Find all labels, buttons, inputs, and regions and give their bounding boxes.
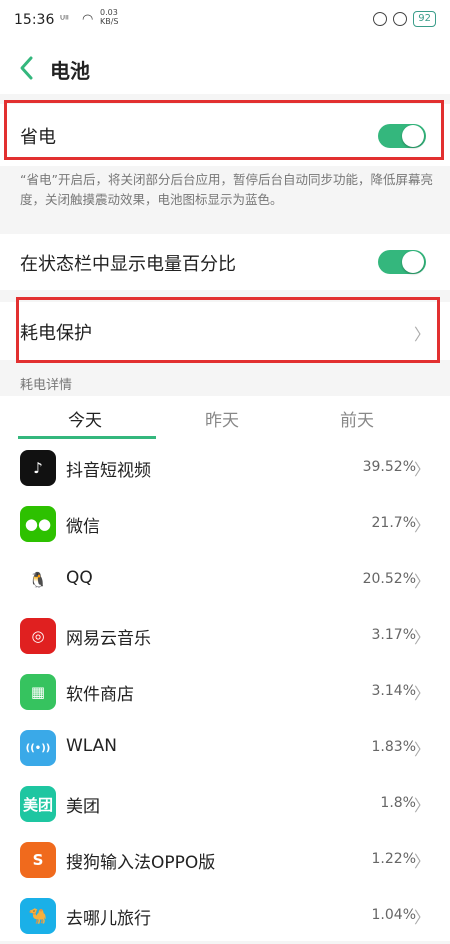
app-name: WLAN [66, 736, 118, 756]
list-item[interactable]: S 搜狗输入法OPPO版 1.22% 〉 [0, 832, 450, 888]
tab-day-before[interactable]: 前天 [340, 406, 374, 431]
highlight-box-power-protection [16, 297, 440, 363]
app-name: 抖音短视频 [66, 461, 151, 481]
meituan-icon: 美团 [20, 786, 56, 822]
app-percentage: 21.7% [371, 515, 416, 531]
active-tab-indicator [18, 436, 156, 439]
app-percentage: 3.14% [371, 683, 416, 699]
douyin-icon: ♪ [20, 450, 56, 486]
toggle-knob [402, 251, 424, 273]
chevron-left-icon [20, 56, 33, 80]
battery-percentage-row[interactable]: 在状态栏中显示电量百分比 [0, 234, 450, 290]
tab-yesterday[interactable]: 昨天 [205, 406, 239, 431]
back-button[interactable] [16, 54, 38, 82]
app-percentage: 1.04% [371, 907, 416, 923]
chevron-right-icon: 〉 [413, 740, 430, 759]
list-item[interactable]: 美团 美团 1.8% 〉 [0, 776, 450, 832]
list-item[interactable]: ((•)) WLAN 1.83% 〉 [0, 720, 450, 776]
day-tabs: 今天 昨天 前天 [0, 396, 450, 440]
app-percentage: 39.52% [362, 459, 416, 475]
app-name: 软件商店 [66, 685, 134, 705]
wechat-icon: ●● [20, 506, 56, 542]
chevron-right-icon: 〉 [413, 460, 430, 479]
app-usage-list: ♪ 抖音短视频 39.52% 〉 ●● 微信 21.7% 〉 🐧 QQ 20.52% 〉 ◎ 网易云音乐 3… [0, 440, 450, 941]
wifi-icon: ((•)) [20, 730, 56, 766]
section-title: 耗电详情 [20, 378, 73, 393]
chevron-right-icon: 〉 [413, 516, 430, 535]
tab-today[interactable]: 今天 [68, 406, 102, 431]
chevron-right-icon: 〉 [413, 908, 430, 927]
chevron-right-icon: 〉 [413, 796, 430, 815]
lock-icon [373, 12, 388, 26]
page-title: 电池 [50, 59, 90, 83]
network-speed: 0.03 KB/S [100, 8, 119, 26]
list-item[interactable]: ▦ 软件商店 3.14% 〉 [0, 664, 450, 720]
list-item[interactable]: ♪ 抖音短视频 39.52% 〉 [0, 440, 450, 496]
list-item[interactable]: 🐧 QQ 20.52% 〉 [0, 552, 450, 608]
app-name: 去哪儿旅行 [66, 909, 151, 929]
chevron-right-icon: 〉 [413, 572, 430, 591]
signal-icon: ᵁˡˡ [60, 13, 69, 26]
list-item[interactable]: 🐪 去哪儿旅行 1.04% 〉 [0, 888, 450, 944]
app-name: QQ [66, 568, 93, 588]
qq-penguin-icon: 🐧 [20, 562, 56, 598]
battery-percentage-label: 在状态栏中显示电量百分比 [20, 254, 236, 275]
app-name: 搜狗输入法OPPO版 [66, 853, 216, 873]
highlight-box-power-saving [4, 100, 444, 160]
chevron-right-icon: 〉 [413, 684, 430, 703]
chevron-right-icon: 〉 [413, 852, 430, 871]
list-item[interactable]: ◎ 网易云音乐 3.17% 〉 [0, 608, 450, 664]
status-bar: 15:36 ᵁˡˡ ◠ 0.03 KB/S 92 [0, 0, 450, 44]
battery-percentage-toggle[interactable] [378, 250, 426, 274]
app-percentage: 1.8% [380, 795, 416, 811]
list-item[interactable]: ●● 微信 21.7% 〉 [0, 496, 450, 552]
alarm-icon [393, 12, 408, 26]
app-percentage: 3.17% [371, 627, 416, 643]
status-time: 15:36 [14, 12, 55, 28]
battery-indicator: 92 [413, 11, 436, 27]
app-name: 微信 [66, 517, 100, 537]
wifi-status-icon: ◠ [82, 12, 94, 27]
app-percentage: 1.22% [371, 851, 416, 867]
page-header: 电池 [0, 44, 450, 94]
app-store-icon: ▦ [20, 674, 56, 710]
app-percentage: 1.83% [371, 739, 416, 755]
netease-music-icon: ◎ [20, 618, 56, 654]
app-percentage: 20.52% [362, 571, 416, 587]
sogou-icon: S [20, 842, 56, 878]
app-name: 美团 [66, 797, 100, 817]
power-saving-description: “省电”开启后，将关闭部分后台应用，暂停后台自动同步功能，降低屏幕亮度，关闭触摸… [20, 172, 433, 207]
qunar-icon: 🐪 [20, 898, 56, 934]
chevron-right-icon: 〉 [413, 628, 430, 647]
app-name: 网易云音乐 [66, 629, 151, 649]
